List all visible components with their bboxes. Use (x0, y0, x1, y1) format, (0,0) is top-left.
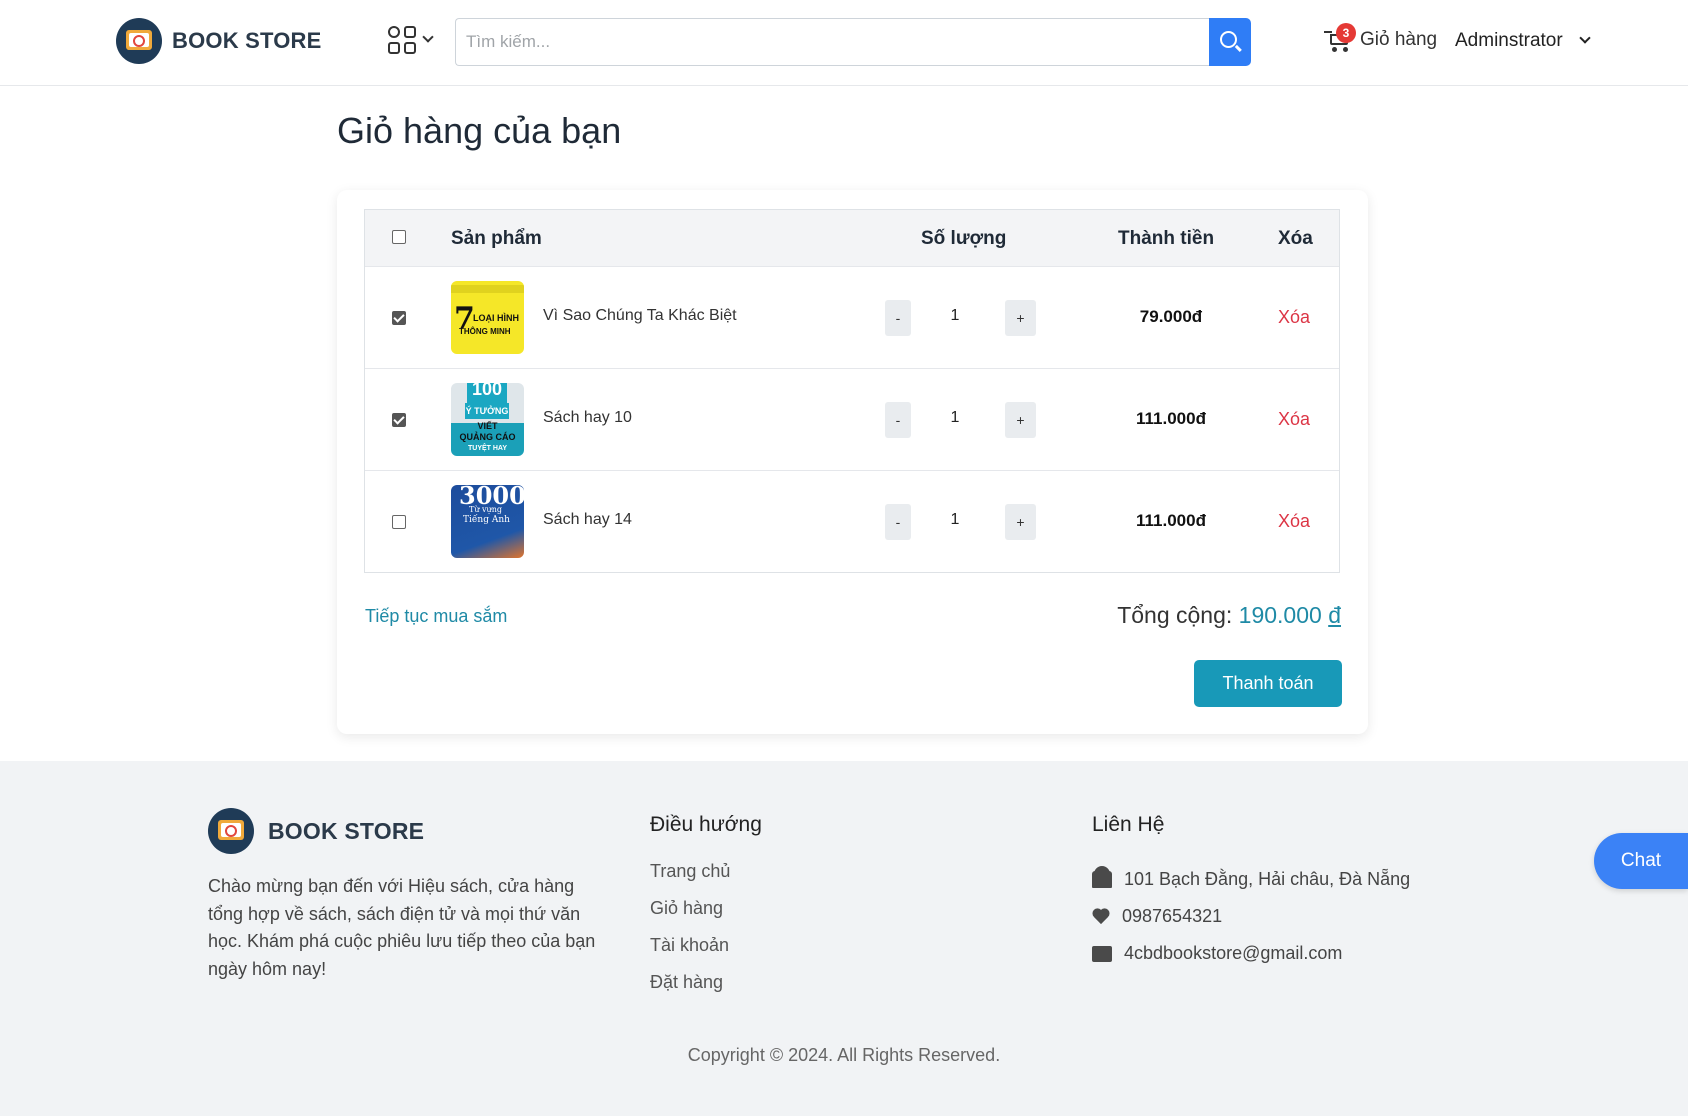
chat-button[interactable]: Chat (1594, 833, 1688, 889)
product-thumbnail[interactable]: 3000 Từ vựng Tiếng Anh (451, 485, 524, 558)
table-row: 3000 Từ vựng Tiếng Anh Sách hay 14 - 1 +… (365, 470, 1339, 572)
footer-brand-name: BOOK STORE (268, 817, 425, 844)
brand-name: BOOK STORE (172, 28, 322, 53)
cart-label: Giỏ hàng (1360, 29, 1438, 50)
table-row: 7 LOẠI HÌNH THÔNG MINH Vì Sao Chúng Ta K… (365, 266, 1339, 368)
checkout-button[interactable]: Thanh toán (1194, 660, 1342, 707)
increase-quantity-button[interactable]: + (1005, 504, 1036, 540)
item-checkbox[interactable] (392, 311, 406, 325)
footer-link-home[interactable]: Trang chủ (650, 861, 730, 898)
footer-link-account[interactable]: Tài khoản (650, 935, 730, 972)
logo-icon (208, 808, 254, 854)
delete-item-link[interactable]: Xóa (1278, 511, 1310, 532)
search-button[interactable] (1209, 18, 1251, 66)
mail-icon (1092, 945, 1112, 962)
page-title: Giỏ hàng của bạn (337, 110, 622, 151)
total-label: Tổng cộng: (1117, 602, 1233, 628)
table-row: 100 Ý TƯỞNG VIẾT QUẢNG CÁO TUYỆT HAY Sác… (365, 368, 1339, 470)
column-header-total: Thành tiền (1118, 228, 1215, 249)
decrease-quantity-button[interactable]: - (885, 402, 911, 438)
copyright: Copyright © 2024. All Rights Reserved. (687, 1045, 1001, 1065)
quantity-value: 1 (950, 307, 960, 324)
footer-contact-title: Liên Hệ (1092, 813, 1165, 836)
heart-icon (1092, 908, 1110, 926)
item-total-price: 111.000đ (1136, 511, 1206, 530)
footer-link-orders[interactable]: Đặt hàng (650, 972, 730, 1009)
contact-phone: 0987654321 (1092, 898, 1410, 935)
quantity-value: 1 (950, 511, 960, 528)
delete-item-link[interactable]: Xóa (1278, 307, 1310, 328)
footer-contact-list: 101 Bạch Đằng, Hải châu, Đà Nẵng 0987654… (1092, 861, 1410, 972)
cart-total: Tổng cộng: 190.000 đ (1117, 602, 1341, 629)
select-all-checkbox[interactable] (392, 230, 406, 244)
user-menu[interactable]: Adminstrator (1455, 30, 1591, 52)
product-name[interactable]: Vì Sao Chúng Ta Khác Biệt (543, 307, 737, 325)
item-checkbox[interactable] (392, 413, 406, 427)
item-checkbox[interactable] (392, 515, 406, 529)
categories-menu-button[interactable] (388, 26, 434, 54)
brand-logo[interactable]: BOOK STORE (116, 18, 322, 64)
increase-quantity-button[interactable]: + (1005, 402, 1036, 438)
cart-table: Sản phẩm Số lượng Thành tiền Xóa 7 LOẠI … (364, 209, 1340, 573)
column-header-product: Sản phẩm (451, 228, 542, 249)
cart-count-badge: 3 (1336, 23, 1356, 43)
top-navbar: BOOK STORE 3 Giỏ hàng Adminstrator (0, 0, 1688, 86)
item-total-price: 79.000đ (1139, 307, 1203, 326)
continue-shopping-link[interactable]: Tiếp tục mua sắm (365, 606, 507, 627)
footer-description: Chào mừng bạn đến với Hiệu sách, cửa hàn… (208, 876, 596, 979)
table-header: Sản phẩm Số lượng Thành tiền Xóa (365, 210, 1339, 266)
increase-quantity-button[interactable]: + (1005, 300, 1036, 336)
grid-icon (388, 26, 416, 54)
product-thumbnail[interactable]: 100 Ý TƯỞNG VIẾT QUẢNG CÁO TUYỆT HAY (451, 383, 524, 456)
footer-nav-links: Trang chủ Giỏ hàng Tài khoản Đặt hàng (650, 861, 730, 1009)
footer-link-cart[interactable]: Giỏ hàng (650, 898, 730, 935)
logo-icon (116, 18, 162, 64)
total-amount: 190.000 đ (1238, 602, 1341, 628)
cart-icon: 3 (1324, 23, 1356, 54)
home-icon (1092, 866, 1112, 888)
column-header-quantity: Số lượng (921, 228, 1007, 249)
decrease-quantity-button[interactable]: - (885, 300, 911, 336)
contact-email: 4cbdbookstore@gmail.com (1092, 935, 1410, 972)
user-name: Adminstrator (1455, 30, 1563, 51)
product-name[interactable]: Sách hay 10 (543, 409, 632, 427)
delete-item-link[interactable]: Xóa (1278, 409, 1310, 430)
search-input[interactable] (455, 18, 1209, 66)
quantity-value: 1 (950, 409, 960, 426)
column-header-delete: Xóa (1278, 228, 1313, 249)
product-name[interactable]: Sách hay 14 (543, 511, 632, 529)
contact-address: 101 Bạch Đằng, Hải châu, Đà Nẵng (1092, 861, 1410, 898)
cart-link[interactable]: 3 Giỏ hàng (1324, 23, 1438, 54)
cart-card: Sản phẩm Số lượng Thành tiền Xóa 7 LOẠI … (337, 190, 1368, 734)
search-bar (455, 18, 1251, 66)
decrease-quantity-button[interactable]: - (885, 504, 911, 540)
product-thumbnail[interactable]: 7 LOẠI HÌNH THÔNG MINH (451, 281, 524, 354)
item-total-price: 111.000đ (1136, 409, 1206, 428)
chevron-down-icon (422, 31, 434, 43)
chevron-down-icon (1579, 32, 1591, 44)
footer-logo[interactable]: BOOK STORE (208, 808, 424, 854)
footer: BOOK STORE Chào mừng bạn đến với Hiệu sá… (0, 761, 1688, 1116)
footer-nav-title: Điều hướng (650, 813, 762, 836)
